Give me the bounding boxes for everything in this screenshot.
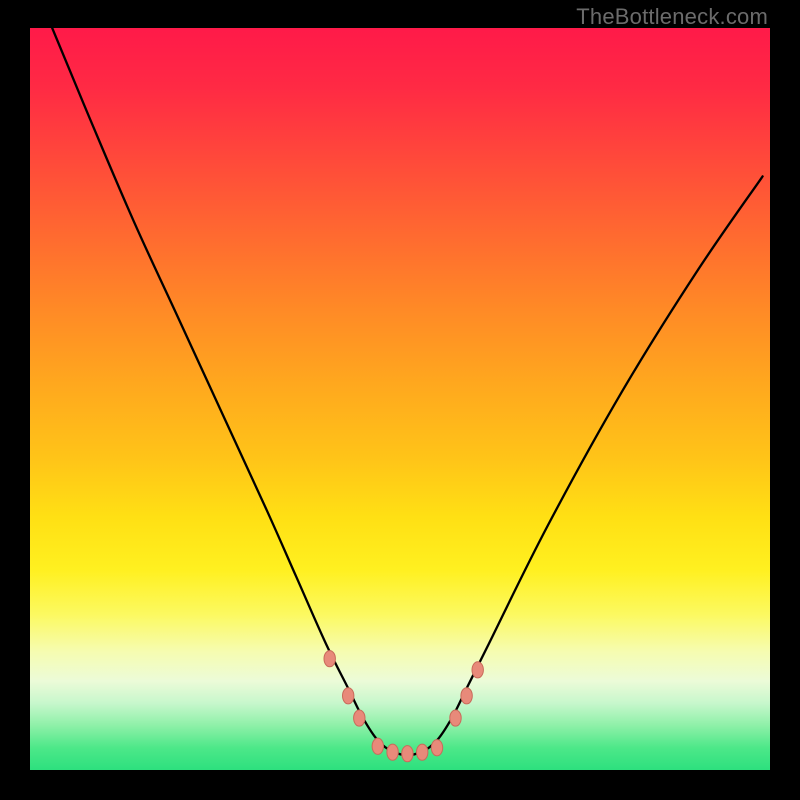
marker-4 (387, 744, 398, 760)
marker-8 (450, 710, 461, 726)
marker-7 (431, 740, 442, 756)
marker-6 (417, 744, 428, 760)
marker-10 (472, 662, 483, 678)
chart-frame: { "attribution": "TheBottleneck.com", "c… (0, 0, 800, 800)
marker-3 (372, 738, 383, 754)
plot-area (30, 28, 770, 770)
marker-0 (324, 651, 335, 667)
attribution-text: TheBottleneck.com (576, 4, 768, 30)
marker-1 (343, 688, 354, 704)
marker-2 (354, 710, 365, 726)
marker-9 (461, 688, 472, 704)
marker-5 (402, 746, 413, 762)
bottleneck-curve-svg (30, 28, 770, 770)
bottom-markers-group (324, 651, 483, 762)
bottleneck-curve-path (52, 28, 762, 755)
